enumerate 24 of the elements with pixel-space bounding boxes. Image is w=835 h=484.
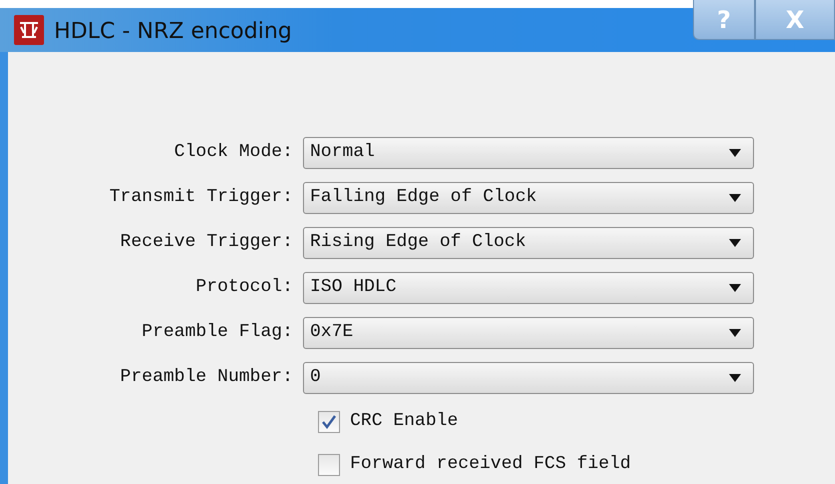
dropdown[interactable]: ISO HDLC bbox=[303, 272, 754, 304]
dropdown-arrow-icon bbox=[729, 148, 741, 156]
checkbox-label: CRC Enable bbox=[350, 410, 458, 433]
field-label: Transmit Trigger: bbox=[108, 186, 294, 209]
field-label: Clock Mode: bbox=[173, 141, 294, 164]
field-label: Receive Trigger: bbox=[119, 231, 294, 254]
dropdown[interactable]: Rising Edge of Clock bbox=[303, 226, 754, 258]
field-label: Protocol: bbox=[194, 276, 294, 299]
dropdown[interactable]: Falling Edge of Clock bbox=[303, 182, 754, 214]
dropdown-arrow-icon bbox=[729, 374, 741, 382]
checkbox[interactable] bbox=[318, 454, 340, 476]
app-logo-icon bbox=[14, 15, 44, 45]
checkbox[interactable] bbox=[318, 410, 340, 432]
dropdown[interactable]: Normal bbox=[303, 136, 754, 168]
dropdown-arrow-icon bbox=[729, 328, 741, 336]
dropdown[interactable]: 0 bbox=[303, 362, 754, 394]
field-label: Preamble Flag: bbox=[140, 321, 294, 344]
dropdown[interactable]: 0x7E bbox=[303, 316, 754, 348]
field-label: Preamble Number: bbox=[119, 366, 294, 389]
dropdown-arrow-icon bbox=[729, 284, 741, 292]
dropdown-arrow-icon bbox=[729, 194, 741, 202]
window-title: HDLC - NRZ encoding bbox=[54, 18, 292, 46]
checkbox-label: Forward received FCS field bbox=[350, 453, 631, 476]
dropdown-arrow-icon bbox=[729, 238, 741, 246]
